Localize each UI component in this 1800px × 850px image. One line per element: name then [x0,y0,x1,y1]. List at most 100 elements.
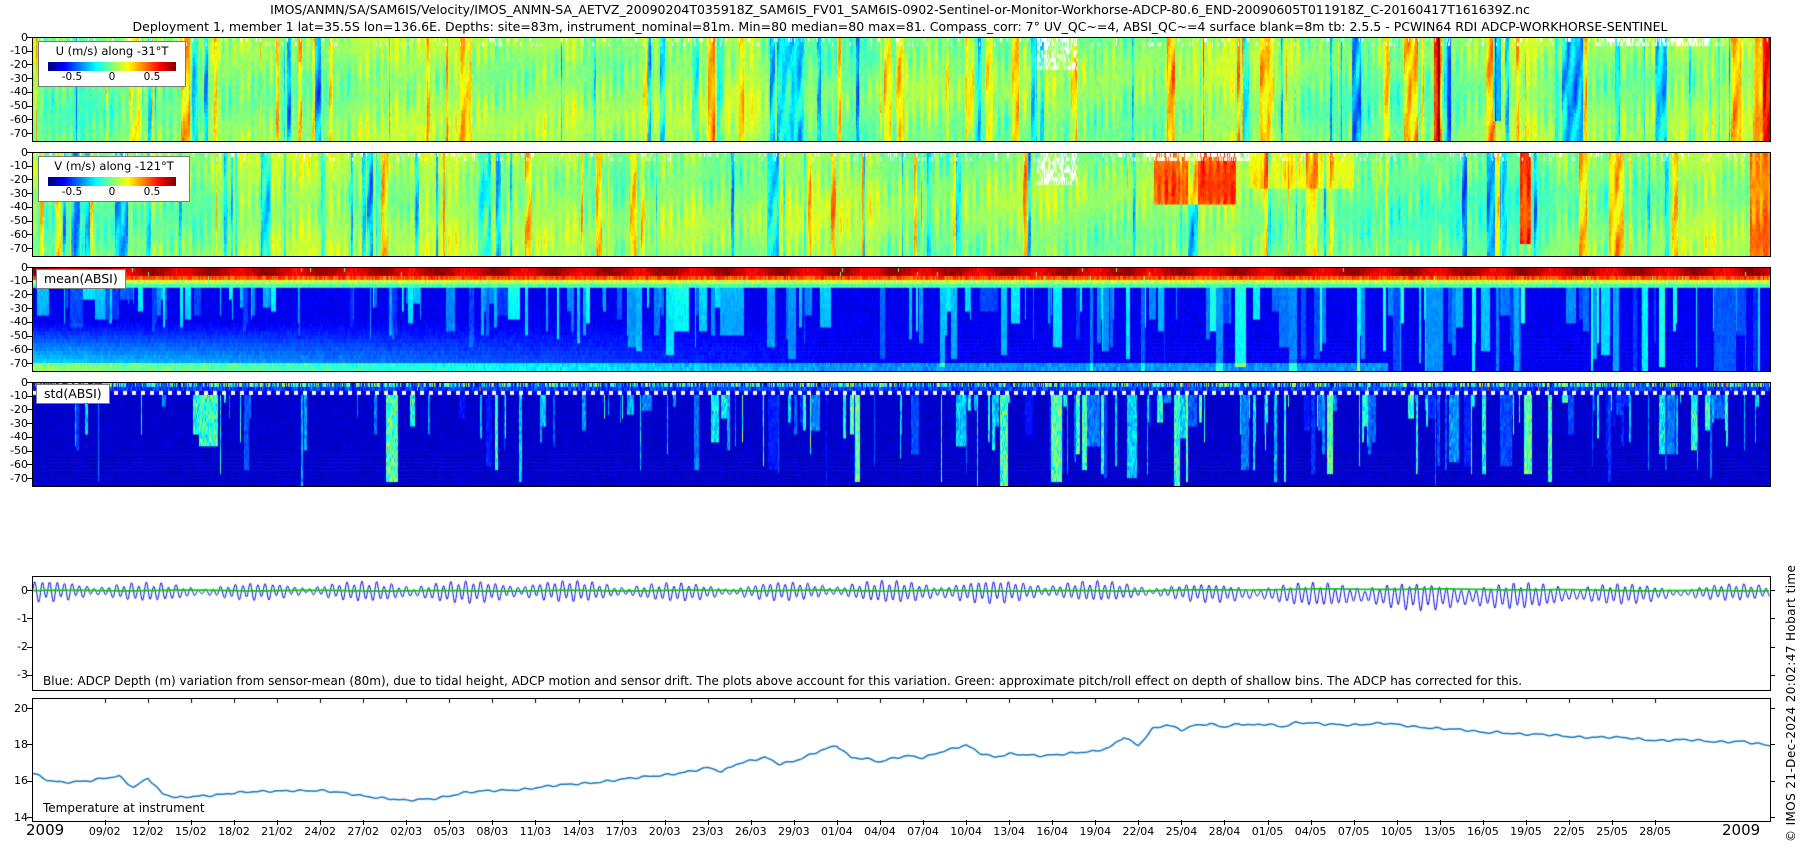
y-tick-mark [27,464,32,466]
y-tick-mark [27,248,32,250]
y-tick-mark [27,618,32,620]
depth-tick-label: 0 [21,145,28,159]
x-tick-mark [750,820,752,825]
x-tick-mark [1482,820,1484,825]
y-tick-mark [27,267,32,268]
y-tick-mark [27,165,32,167]
y-tick-mark [27,152,32,153]
y-tick-mark [27,780,32,782]
depth-tick-label: -30 [10,416,28,430]
y-tick-label: -3 [17,668,28,682]
temperature-line [33,699,1770,821]
copyright-watermark: © IMOS 21-Dec-2024 20:02:47 Hobart time [1784,564,1798,842]
date-tick-label: 19/04 [1079,825,1112,838]
x-tick-mark [1138,820,1140,825]
depth-tick-label: -20 [10,287,28,301]
depth-variation-note: Blue: ADCP Depth (m) variation from sens… [43,674,1523,688]
y-tick-mark [1770,708,1775,709]
date-tick-label: 16/05 [1467,825,1499,838]
v-colorbar-tick-label: 0 [108,186,116,198]
adcp-mooring-figure: IMOS/ANMN/SA/SAM6IS/Velocity/IMOS_ANMN-S… [0,0,1800,850]
date-tick-label: 01/04 [821,825,853,838]
depth-tick-label: -60 [10,342,28,356]
figure-subtitle: Deployment 1, member 1 lat=35.5S lon=136… [132,19,1668,34]
depth-tick-label: -50 [10,444,28,458]
temperature-label: Temperature at instrument [43,801,205,815]
x-tick-mark [836,820,838,825]
x-tick-mark [1569,820,1571,825]
x-tick-mark [363,820,365,825]
date-tick-label: 08/03 [476,825,509,838]
depth-tick-label: 0 [21,30,28,44]
y-tick-mark [1770,674,1775,676]
y-tick-label: 16 [14,774,28,788]
y-tick-mark [27,206,32,208]
depth-tick-label: -30 [10,301,28,315]
y-tick-mark [1770,590,1775,592]
date-tick-label: 10/04 [950,825,982,838]
y-tick-mark [27,321,32,323]
y-tick-mark [27,450,32,452]
depth-tick-label: -10 [10,44,28,58]
date-tick-label: 05/03 [433,825,466,838]
x-tick-mark [664,820,666,825]
y-tick-mark [27,78,32,80]
y-tick-mark [27,308,32,310]
x-tick-mark [277,820,279,825]
x-tick-mark [233,820,235,825]
date-tick-label: 01/05 [1251,825,1284,838]
depth-tick-label: -60 [10,457,28,471]
std-absi-heatmap [33,383,1770,486]
x-tick-mark [320,820,322,825]
date-tick-label: 12/02 [131,825,164,838]
panel-mean-absi [32,267,1771,372]
depth-tick-label: -20 [10,402,28,416]
y-tick-label: 14 [14,810,28,824]
date-tick-label: 23/03 [691,825,724,838]
v-velocity-heatmap [33,153,1770,256]
date-tick-label: 02/03 [390,825,423,838]
y-tick-mark [1770,618,1775,620]
date-tick-label: 14/03 [562,825,595,838]
y-tick-mark [27,234,32,236]
panel-depth-variation: Blue: ADCP Depth (m) variation from sens… [32,576,1771,691]
depth-tick-label: -70 [10,471,28,485]
date-tick-label: 10/05 [1380,825,1413,838]
depth-tick-label: -70 [10,356,28,370]
v-colorbar [48,177,176,186]
u-legend-title: U (m/s) along -31°T [55,44,169,58]
x-tick-mark [793,820,795,825]
date-tick-label: 25/04 [1165,825,1198,838]
x-tick-mark [1396,820,1398,825]
depth-tick-label: -40 [10,200,28,214]
y-tick-mark [27,744,32,746]
date-tick-label: 22/05 [1553,825,1585,838]
depth-tick-label: -60 [10,227,28,241]
u-colorbar-tick-label: -0.5 [61,71,83,83]
y-tick-mark [27,179,32,181]
v-colorbar-legend: V (m/s) along -121°T -0.5 0 0.5 [38,156,190,202]
y-tick-mark [27,280,32,282]
v-colorbar-tick-label: 0.5 [143,186,161,198]
date-tick-label: 04/05 [1294,825,1327,838]
y-tick-label: 0 [21,583,28,597]
date-tick-label: 26/03 [734,825,767,838]
u-colorbar-tick-label: 0 [108,71,116,83]
x-tick-mark [621,820,623,825]
depth-tick-label: -60 [10,112,28,126]
y-tick-mark [27,382,32,383]
figure-title: IMOS/ANMN/SA/SAM6IS/Velocity/IMOS_ANMN-S… [270,2,1530,17]
date-tick-label: 16/04 [1036,825,1069,838]
date-tick-label: 21/02 [261,825,293,838]
x-tick-mark [1353,820,1355,825]
v-legend-title: V (m/s) along -121°T [54,159,174,173]
mean-absi-heatmap [33,268,1770,371]
x-tick-mark [1439,820,1441,825]
y-tick-mark [27,646,32,648]
date-tick-label: 11/03 [519,825,552,838]
x-tick-mark [578,820,580,825]
x-tick-mark [492,820,494,825]
y-tick-mark [1770,744,1775,746]
y-tick-mark [27,335,32,337]
date-tick-label: 19/05 [1510,825,1542,838]
